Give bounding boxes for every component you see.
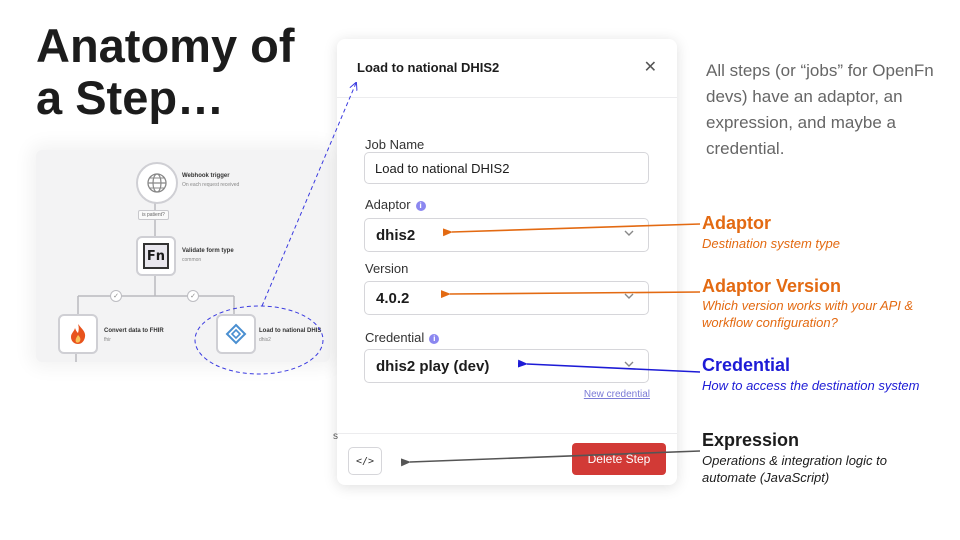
close-icon[interactable]: ✕ [644,57,657,77]
modal-footer: </> Delete Step [337,433,677,486]
version-select[interactable]: 4.0.2 [364,281,649,315]
info-icon[interactable]: i [429,334,440,344]
credential-label-text: Credential [365,330,425,345]
load-node-label: Load to national DHIS [259,328,322,334]
adaptor-note-desc: Destination system type [702,236,841,251]
adaptor-label: Adaptor i [365,197,426,212]
version-note-desc: Which version works with your API & work… [702,298,914,330]
validate-node[interactable]: Fn [136,236,176,276]
version-label: Version [365,261,409,276]
credential-note-title: Credential [702,355,791,375]
credential-select-value: dhis2 play (dev) [376,358,490,375]
version-note-title: Adaptor Version [702,276,842,296]
code-editor-button[interactable]: </> [348,447,382,475]
delete-step-button[interactable]: Delete Step [572,443,666,475]
credential-label: Credential i [365,330,440,345]
chevron-down-icon [624,293,634,299]
slide-title-line-1: Anatomy of [36,19,295,72]
stray-text: s [333,431,338,442]
validate-node-sub: common [182,257,202,263]
step-modal: Load to national DHIS2 ✕ Job Name Adapto… [337,39,677,485]
expression-note-desc: Operations & integration logic to automa… [702,453,887,485]
webhook-trigger-node[interactable] [136,162,178,204]
job-name-label: Job Name [365,137,425,152]
adaptor-note-title: Adaptor [702,213,771,233]
version-select-value: 4.0.2 [376,290,410,307]
slide-title: Anatomy of a Step… [36,20,336,124]
convert-node-sub: fhir [104,337,111,343]
adaptor-select[interactable]: dhis2 [364,218,649,252]
modal-title: Load to national DHIS2 [357,60,500,75]
new-credential-link[interactable]: New credential [584,389,650,400]
credential-note-desc: How to access the destination system [702,378,920,393]
intro-text: All steps (or “jobs” for OpenFn devs) ha… [706,61,934,158]
check-icon: ✓ [110,290,122,302]
modal-header: Load to national DHIS2 ✕ [337,39,677,98]
webhook-trigger-sub: On each request received [182,182,240,188]
credential-select[interactable]: dhis2 play (dev) [364,349,649,383]
convert-node[interactable] [58,314,98,354]
convert-node-label: Convert data to FHIR [104,328,164,334]
workflow-canvas: Webhook trigger On each request received… [36,150,330,362]
fn-icon: Fn [143,243,169,269]
chevron-down-icon [624,361,634,367]
slide-title-line-2: a Step… [36,71,225,124]
webhook-trigger-label: Webhook trigger [182,173,230,179]
layers-icon [225,323,247,345]
load-node[interactable] [216,314,256,354]
chevron-down-icon [624,230,634,236]
validate-node-label: Validate form type [182,248,234,254]
expression-note-title: Expression [702,430,800,450]
info-icon[interactable]: i [415,201,426,211]
globe-icon [147,173,167,193]
job-name-input[interactable] [364,152,649,184]
adaptor-label-text: Adaptor [365,197,411,212]
load-node-sub: dhis2 [259,337,271,343]
edge-condition-label[interactable]: is patient? [138,210,169,220]
adaptor-select-value: dhis2 [376,227,416,244]
flame-icon [71,324,86,344]
check-icon: ✓ [187,290,199,302]
